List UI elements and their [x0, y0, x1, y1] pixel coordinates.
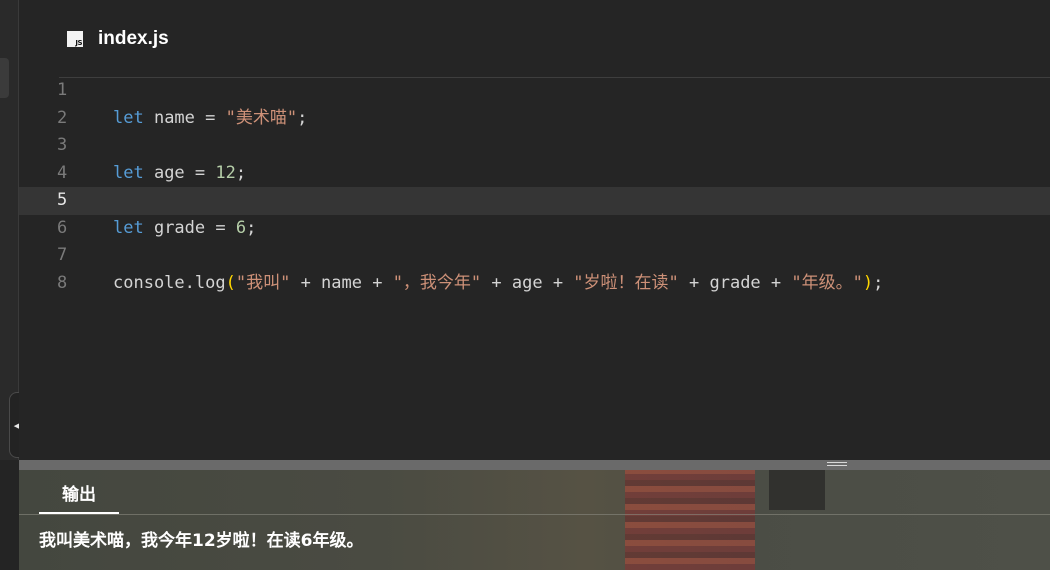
code-token: name = — [143, 107, 226, 128]
code-token: ; — [235, 162, 247, 183]
drag-handle-icon[interactable] — [827, 462, 847, 468]
output-text: 我叫美术喵，我今年12岁啦！在读6年级。 — [39, 531, 364, 551]
code-token: + grade + — [678, 272, 792, 293]
code-token: console.log — [113, 272, 226, 293]
code-line[interactable]: 5 — [19, 187, 1050, 215]
line-number: 7 — [57, 245, 68, 265]
code-token: + name + — [290, 272, 393, 293]
line-number: 6 — [57, 217, 68, 238]
code-token: 6 — [235, 217, 247, 238]
code-line[interactable]: 4 let age = 12; — [19, 160, 1050, 188]
line-number: 1 — [57, 80, 68, 100]
background-scene — [625, 470, 755, 570]
line-source: console.log("我叫" + name + "，我今年" + age +… — [113, 270, 883, 298]
code-line[interactable]: 1 — [19, 77, 1050, 105]
code-token: grade = — [143, 217, 236, 238]
line-source: let age = 12; — [113, 160, 246, 188]
code-token: ; — [873, 272, 884, 293]
tab-output-label: 输出 — [62, 484, 96, 505]
code-token: ; — [297, 107, 308, 128]
code-token: ) — [862, 272, 874, 293]
output-panel: 输出 我叫美术喵，我今年12岁啦！在读6年级。 — [19, 470, 1050, 570]
code-token: let — [113, 162, 144, 183]
code-line[interactable]: 7 — [19, 242, 1050, 270]
code-token: "我叫" — [235, 272, 291, 293]
code-line[interactable]: 2 let name = "美术喵"; — [19, 105, 1050, 133]
code-line[interactable]: 6 let grade = 6; — [19, 215, 1050, 243]
rail-tab[interactable] — [0, 58, 9, 98]
code-token: "，我今年" — [392, 272, 482, 293]
panel-splitter[interactable] — [19, 460, 1050, 470]
code-token: "年级。" — [791, 272, 863, 293]
line-number: 2 — [57, 107, 68, 128]
line-number: 8 — [57, 272, 68, 293]
tab-output[interactable]: 输出 — [39, 470, 119, 514]
file-name: index.js — [98, 27, 169, 49]
code-token: let — [113, 107, 144, 128]
code-token: let — [113, 217, 144, 238]
line-number: 3 — [57, 135, 68, 155]
code-token: "岁啦！在读" — [573, 272, 679, 293]
line-number: 5 — [57, 190, 68, 210]
code-token: ; — [246, 217, 257, 238]
code-token: "美术喵" — [225, 107, 298, 128]
line-number: 4 — [57, 162, 68, 183]
code-editor[interactable]: JS index.js 1 2 let name = "美术喵"; 3 4 let age… — [19, 0, 1050, 460]
background-scene-shadow — [769, 470, 825, 510]
js-file-icon: JS — [67, 30, 83, 47]
line-source: let grade = 6; — [113, 215, 256, 243]
code-token: 12 — [215, 162, 236, 183]
code-token: age = — [143, 162, 216, 183]
code-line[interactable]: 3 — [19, 132, 1050, 160]
code-line[interactable]: 8 console.log("我叫" + name + "，我今年" + age … — [19, 270, 1050, 298]
code-token: + age + — [481, 272, 574, 293]
line-source: let name = "美术喵"; — [113, 105, 307, 133]
js-file-icon-label: JS — [75, 38, 82, 47]
left-rail — [0, 0, 19, 460]
code-token: ( — [225, 272, 236, 293]
code-area[interactable]: 1 2 let name = "美术喵"; 3 4 let age = 12; 5 6 let … — [19, 77, 1050, 297]
output-divider — [19, 514, 1050, 515]
file-tab[interactable]: JS index.js — [59, 0, 1050, 77]
